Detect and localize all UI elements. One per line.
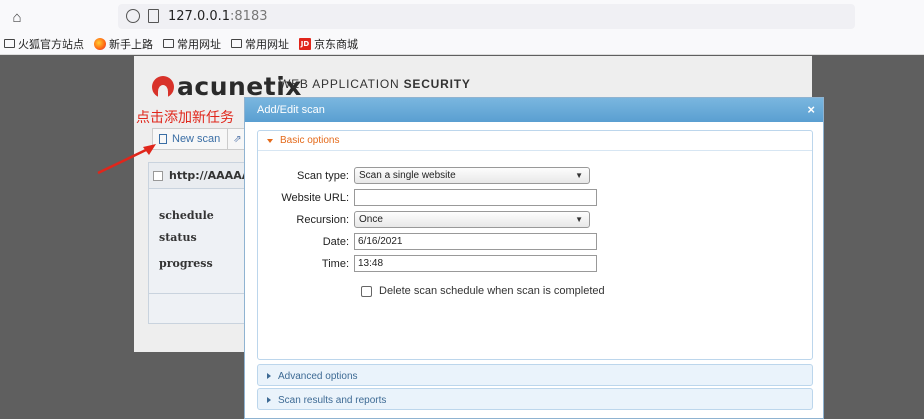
time-row: Time: 13:48: [258, 255, 597, 272]
scan-type-value: Scan a single website: [359, 170, 456, 181]
expand-right-icon: [267, 397, 271, 403]
advanced-options-header[interactable]: Advanced options: [258, 365, 812, 387]
bookmark-label: 常用网址: [245, 37, 289, 51]
bookmark-label: 新手上路: [109, 37, 153, 51]
home-icon[interactable]: ⌂: [6, 6, 28, 28]
scan-info: schedule status progress: [149, 189, 257, 270]
jd-icon: JD: [299, 37, 311, 50]
recursion-select[interactable]: Once ▼: [354, 211, 590, 228]
delete-schedule-label[interactable]: Delete scan schedule when scan is comple…: [379, 285, 605, 297]
scan-results-section[interactable]: Scan results and reports: [257, 388, 813, 410]
bookmark-item[interactable]: JD 京东商城: [299, 36, 358, 52]
folder-icon: [4, 39, 15, 48]
new-scan-button[interactable]: New scan: [153, 129, 229, 149]
bookmark-label: 火狐官方站点: [18, 37, 84, 51]
date-label: Date:: [322, 235, 349, 248]
logo-subtitle-bold: SECURITY: [403, 77, 471, 91]
scan-type-label: Scan type:: [297, 169, 349, 182]
scan-type-row: Scan type: Scan a single website ▼: [258, 167, 590, 184]
logo-mark-icon: [152, 75, 174, 98]
chevron-down-icon: ▼: [575, 215, 583, 224]
dialog-title: Add/Edit scan: [257, 104, 325, 116]
bookmark-item[interactable]: 新手上路: [94, 36, 153, 52]
basic-options-label: Basic options: [280, 135, 340, 146]
dialog-title-bar: Add/Edit scan ×: [245, 98, 823, 122]
date-input[interactable]: 6/16/2021: [354, 233, 597, 250]
scan-results-label: Scan results and reports: [278, 394, 387, 406]
url-text[interactable]: 127.0.0.1:8183: [168, 9, 268, 24]
delete-schedule-checkbox[interactable]: [361, 285, 372, 297]
bookmarks-bar: 火狐官方站点 新手上路 常用网址 常用网址 JD 京东商城: [0, 33, 924, 55]
bookmark-item[interactable]: 常用网址: [231, 36, 289, 52]
expand-right-icon: [267, 373, 271, 379]
recursion-value: Once: [359, 214, 383, 225]
new-scan-label: New scan: [172, 133, 221, 145]
annotation-text: 点击添加新任务: [136, 110, 234, 126]
recursion-row: Recursion: Once ▼: [258, 211, 590, 228]
bookmark-item[interactable]: 火狐官方站点: [4, 36, 84, 52]
url-host: 127.0.0.1: [168, 9, 231, 24]
website-url-row: Website URL:: [258, 189, 597, 206]
annotation-arrow-icon: [97, 144, 156, 175]
firefox-icon: [94, 37, 106, 50]
date-row: Date: 6/16/2021: [258, 233, 597, 250]
bookmark-label: 常用网址: [177, 37, 221, 51]
website-url-label: Website URL:: [281, 191, 349, 204]
external-link-icon[interactable]: ⇗: [233, 134, 241, 145]
chevron-down-icon: ▼: [575, 171, 583, 180]
bookmark-label: 京东商城: [314, 37, 358, 51]
divider: [149, 293, 257, 294]
recursion-label: Recursion:: [296, 213, 349, 226]
shield-icon[interactable]: [126, 9, 140, 23]
scan-target-url: http://AAAAA: [169, 169, 251, 182]
scan-results-header[interactable]: Scan results and reports: [258, 389, 812, 411]
status-label: status: [159, 231, 197, 244]
folder-icon: [163, 39, 174, 48]
time-input[interactable]: 13:48: [354, 255, 597, 272]
scan-toolbar: New scan ⇗: [152, 128, 247, 150]
schedule-label: schedule: [159, 209, 214, 222]
basic-options-header[interactable]: Basic options: [258, 131, 812, 151]
bookmark-item[interactable]: 常用网址: [163, 36, 221, 52]
advanced-options-section[interactable]: Advanced options: [257, 364, 813, 386]
document-icon: [159, 134, 167, 144]
progress-label: progress: [159, 257, 213, 270]
logo-subtitle-light: WEB APPLICATION: [279, 77, 400, 91]
page-info-icon[interactable]: [148, 9, 159, 23]
close-icon[interactable]: ×: [807, 102, 815, 117]
add-edit-scan-dialog: Add/Edit scan × Basic options Scan type:…: [244, 97, 824, 419]
website-url-input[interactable]: [354, 189, 597, 206]
url-port: :8183: [230, 9, 268, 24]
address-bar[interactable]: 127.0.0.1:8183 ☆: [118, 4, 855, 29]
logo-subtitle: WEB APPLICATION SECURITY: [279, 77, 471, 91]
scan-panel-header: http://AAAAA: [149, 163, 257, 189]
time-label: Time:: [321, 257, 349, 270]
expand-down-icon: [267, 138, 273, 143]
folder-icon: [231, 39, 242, 48]
advanced-options-label: Advanced options: [278, 370, 358, 382]
basic-options-section: Basic options Scan type: Scan a single w…: [257, 130, 813, 360]
scan-panel: http://AAAAA schedule status progress: [148, 162, 258, 324]
browser-toolbar: ⌂ 127.0.0.1:8183 ☆: [0, 0, 924, 33]
scan-type-select[interactable]: Scan a single website ▼: [354, 167, 590, 184]
delete-schedule-row: Delete scan schedule when scan is comple…: [361, 285, 605, 297]
